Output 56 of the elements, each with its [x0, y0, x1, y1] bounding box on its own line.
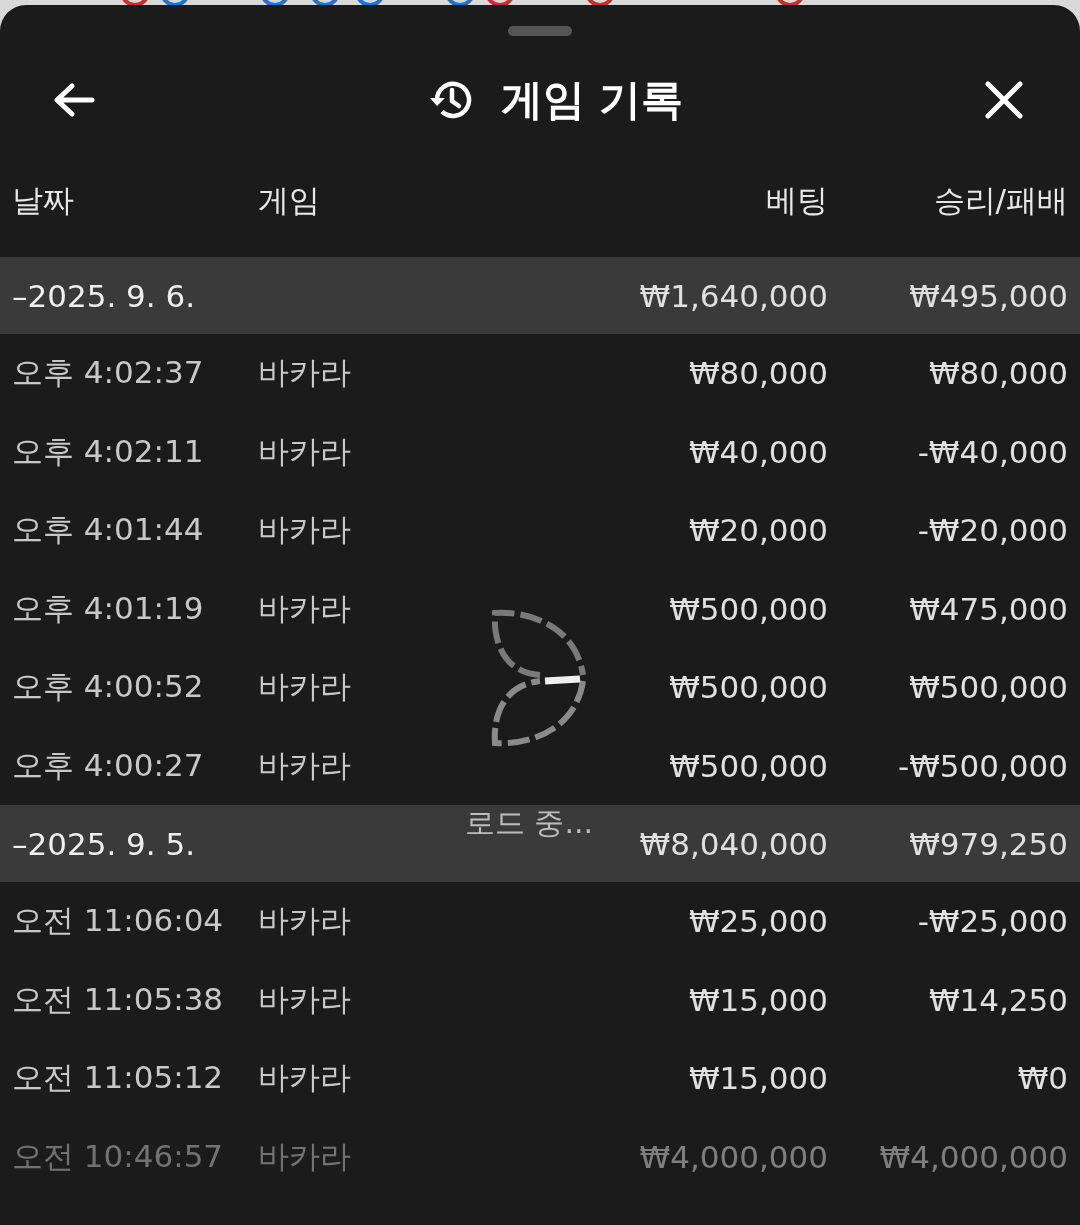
table-cell-text: 바카라 [258, 1136, 352, 1176]
table-cell-text: 오후 4:01:44 [12, 510, 205, 550]
table-cell-text: 오전 11:05:12 [12, 1058, 225, 1098]
table-cell-text: -₩40,000 [916, 433, 1068, 470]
table-cell-text: -₩20,000 [916, 512, 1068, 549]
table-cell-text: 바카라 [258, 1058, 352, 1098]
table-cell-text: -₩25,000 [916, 903, 1068, 940]
table-cell-text: ₩475,000 [908, 590, 1068, 627]
table-cell-text: ₩25,000 [687, 903, 828, 940]
table-cell-text: ₩14,250 [927, 981, 1068, 1018]
back-arrow-icon[interactable] [52, 82, 96, 118]
table-cell-text: 바카라 [258, 979, 352, 1019]
sheet-title: 게임 기록 [500, 74, 684, 126]
table-cell-text: 바카라 [258, 510, 352, 550]
table-cell-text: ₩15,000 [687, 981, 828, 1018]
table-cell-text: ₩4,000,000 [638, 1138, 828, 1175]
column-header: 날짜 [12, 181, 75, 220]
table-cell-text: ₩500,000 [908, 669, 1068, 706]
table-cell-text: ₩15,000 [687, 1060, 828, 1097]
table-cell-text: 바카라 [258, 667, 352, 707]
table-cell-text: ₩80,000 [687, 355, 828, 392]
table-cell-text: ₩500,000 [668, 669, 828, 706]
table-cell-text: ₩80,000 [927, 355, 1068, 392]
group-result-total: ₩495,000 [908, 277, 1068, 314]
group-bet-total: ₩1,640,000 [638, 277, 828, 314]
column-header: 승리/패배 [932, 181, 1068, 220]
table-cell-text: 오전 11:06:04 [12, 901, 225, 941]
column-header: 베팅 [765, 181, 828, 220]
table-cell-text: 오후 4:02:11 [12, 431, 205, 471]
table-cell-text: 오후 4:00:27 [12, 745, 205, 785]
table-cell-text: ₩500,000 [668, 590, 828, 627]
table-cell-text: ₩4,000,000 [878, 1138, 1068, 1175]
table-cell-text: 바카라 [258, 745, 352, 785]
group-date: –2025. 9. 5. [12, 825, 197, 862]
table-cell-text: 오후 4:00:52 [12, 667, 205, 707]
table-cell-text: 바카라 [258, 353, 352, 393]
table-cell-text: 오전 11:05:38 [12, 979, 225, 1019]
table-cell-text: ₩500,000 [668, 747, 828, 784]
table-cell-text: 오후 4:02:37 [12, 353, 205, 393]
drag-handle[interactable] [508, 26, 572, 36]
table-cell-text: 오전 10:46:57 [12, 1136, 225, 1176]
table-cell-text: ₩40,000 [687, 433, 828, 470]
table-cell-text: ₩20,000 [687, 512, 828, 549]
table-cell-text: 바카라 [258, 901, 352, 941]
table-cell-text: 오후 4:01:19 [12, 588, 205, 628]
table-cell-text: 바카라 [258, 431, 352, 471]
group-bet-total: ₩8,040,000 [638, 825, 828, 862]
close-icon[interactable] [984, 80, 1024, 120]
table-cell-text: -₩500,000 [896, 747, 1068, 784]
table-cell-text: 바카라 [258, 588, 352, 628]
column-header: 게임 [258, 181, 321, 220]
loading-label: 로드 중... [464, 804, 594, 842]
table-cell-text: ₩0 [1016, 1060, 1068, 1097]
group-result-total: ₩979,250 [908, 825, 1068, 862]
date-group-row[interactable]: –2025. 9. 6. ₩1,640,000 ₩495,000 [0, 257, 1080, 334]
group-date: –2025. 9. 6. [12, 277, 197, 314]
